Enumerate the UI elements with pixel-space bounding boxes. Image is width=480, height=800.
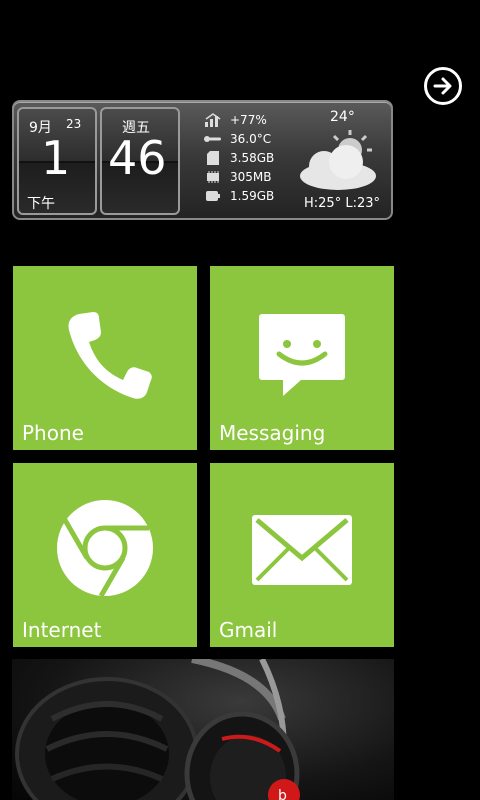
system-stats: +77% 36.0°C 3.58GB 305MB 1.59GB	[202, 110, 274, 205]
arrow-right-circle-icon	[433, 77, 452, 95]
current-temperature: 24°	[330, 109, 355, 125]
stat-row-storage: 3.58GB	[202, 148, 274, 167]
stat-value: 1.59GB	[230, 188, 275, 203]
date-flip-card: 9月 23 1 下午	[17, 107, 97, 215]
stat-row-battery: 1.59GB	[202, 186, 274, 205]
stat-row-signal: +77%	[202, 110, 274, 129]
stat-value: 305MB	[230, 169, 272, 184]
ampm-label: 下午	[27, 196, 55, 212]
svg-text:b: b	[278, 788, 287, 800]
chrome-icon	[57, 500, 153, 598]
phone-tile[interactable]: Phone	[13, 266, 197, 450]
tile-label: Phone	[22, 421, 84, 445]
thermometer-icon	[202, 134, 224, 144]
headphones-image: b	[15, 659, 300, 800]
phone-icon	[68, 312, 152, 399]
message-icon	[259, 314, 345, 396]
stat-value: 3.58GB	[230, 150, 275, 165]
internet-tile[interactable]: Internet	[13, 463, 197, 647]
minutes-number: 46	[108, 131, 167, 185]
tile-label: Messaging	[219, 421, 326, 445]
tile-label: Internet	[22, 618, 102, 642]
stat-value: +77%	[230, 112, 267, 127]
time-flip-card: 週五 46	[100, 107, 180, 215]
high-low-temperature: H:25° L:23°	[304, 196, 380, 211]
stat-value: 36.0°C	[230, 131, 272, 146]
music-tile[interactable]: b	[12, 659, 394, 800]
sd-card-icon	[202, 150, 224, 165]
day-small-label: 23	[66, 117, 82, 131]
day-number: 1	[41, 131, 71, 185]
battery-icon	[202, 190, 224, 201]
mail-icon	[252, 515, 352, 585]
stat-row-temperature: 36.0°C	[202, 129, 274, 148]
stat-row-memory: 305MB	[202, 167, 274, 186]
gmail-tile[interactable]: Gmail	[210, 463, 394, 647]
memory-icon	[202, 170, 224, 183]
signal-icon	[202, 112, 224, 127]
partly-cloudy-icon	[300, 130, 376, 190]
clock-weather-widget[interactable]: 9月 23 1 下午 週五 46 +77% 36.0°C 3.58GB 305M…	[12, 100, 393, 220]
next-page-button[interactable]	[424, 67, 462, 105]
tile-label: Gmail	[219, 618, 278, 642]
messaging-tile[interactable]: Messaging	[210, 266, 394, 450]
